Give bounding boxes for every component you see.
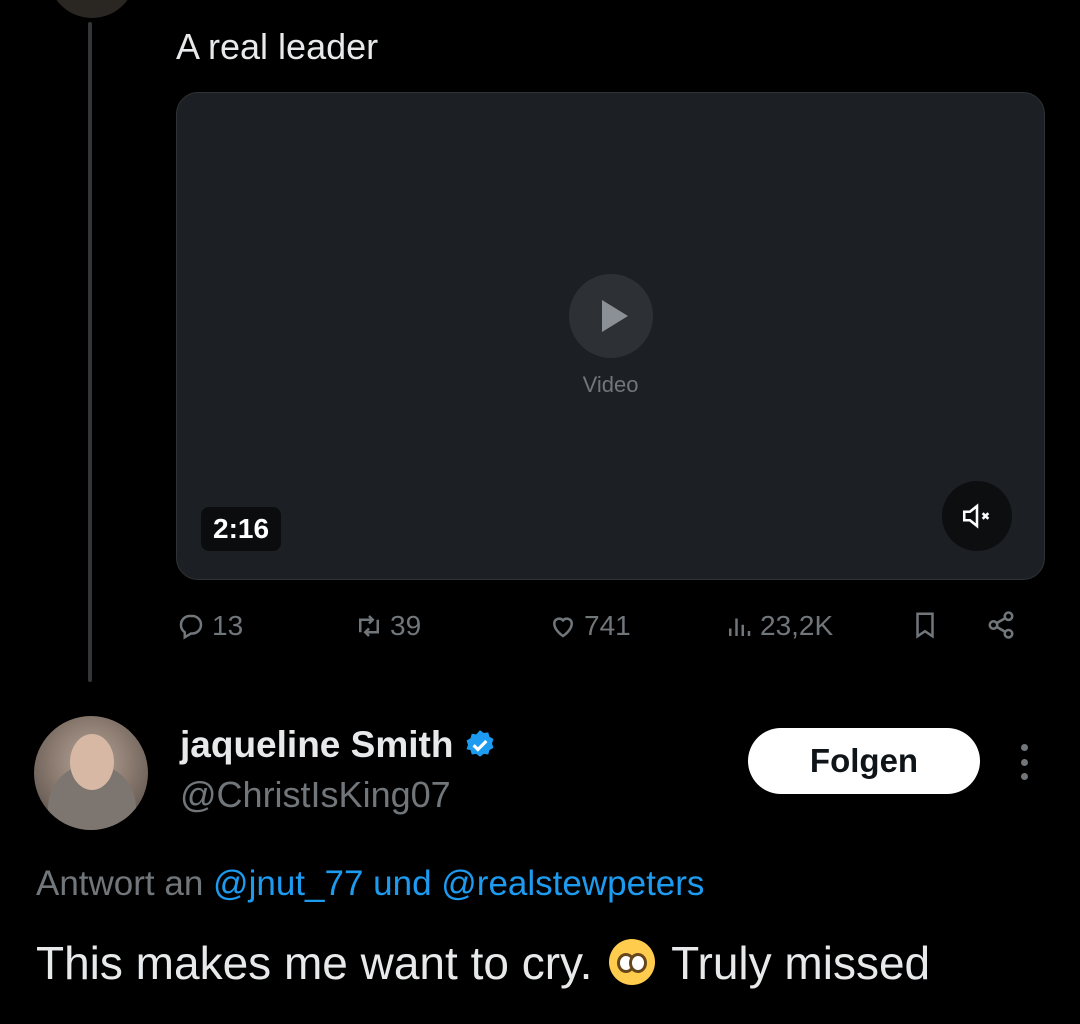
- parent-avatar[interactable]: [48, 0, 136, 18]
- video-duration: 2:16: [201, 507, 282, 551]
- more-options-button[interactable]: [1004, 740, 1044, 784]
- reply-to-line: Antwort an @jnut_77 und @realstewpeters: [36, 864, 704, 904]
- mention-link-1[interactable]: @jnut_77: [213, 864, 363, 903]
- video-placeholder-note: Video: [582, 372, 639, 397]
- views-count: 23,2K: [760, 610, 834, 641]
- like-count: 741: [584, 610, 631, 641]
- reply-handle[interactable]: @ChristIsKing07: [180, 774, 451, 816]
- repost-icon: [359, 615, 379, 637]
- share-action[interactable]: [986, 610, 1016, 640]
- reply-action[interactable]: 13: [176, 610, 243, 642]
- reply-avatar[interactable]: [34, 716, 148, 830]
- play-icon: [568, 274, 653, 358]
- speaker-muted-icon: [962, 503, 990, 529]
- reply-text-part-1: This makes me want to cry.: [36, 937, 593, 989]
- more-dot-icon: [1020, 744, 1028, 751]
- share-icon: [988, 611, 1014, 639]
- video-placeholder: Video: [177, 93, 1044, 579]
- reply-tweet-text: This makes me want to cry. Truly missed: [36, 936, 930, 990]
- reply-to-joiner: und: [373, 864, 432, 903]
- bookmark-icon: [916, 612, 934, 639]
- reply-to-prefix: Antwort an: [36, 864, 204, 903]
- verified-badge-icon: [466, 730, 494, 757]
- reply-icon: [179, 614, 203, 640]
- parent-tweet-text: A real leader: [176, 26, 379, 67]
- mute-button[interactable]: [942, 481, 1012, 551]
- bookmark-action[interactable]: [910, 610, 940, 640]
- pleading-face-emoji-icon: [609, 939, 656, 985]
- follow-button[interactable]: Folgen: [748, 728, 980, 794]
- repost-count: 39: [390, 610, 422, 641]
- tweet-actions: 13 39 741 23,2K: [176, 610, 1036, 660]
- heart-icon: [552, 617, 574, 638]
- reply-count: 13: [212, 610, 244, 641]
- reply-display-name[interactable]: jaqueline Smith: [180, 724, 497, 766]
- display-name-text: jaqueline Smith: [180, 724, 454, 765]
- views-icon: [729, 618, 751, 636]
- thread-line: [88, 22, 92, 682]
- views-action[interactable]: 23,2K: [724, 610, 833, 642]
- reply-text-part-2: Truly missed: [671, 937, 931, 989]
- like-action[interactable]: 741: [548, 610, 631, 642]
- mention-link-2[interactable]: @realstewpeters: [441, 864, 704, 903]
- video-player[interactable]: Video 2:16: [176, 92, 1045, 580]
- repost-action[interactable]: 39: [354, 610, 421, 642]
